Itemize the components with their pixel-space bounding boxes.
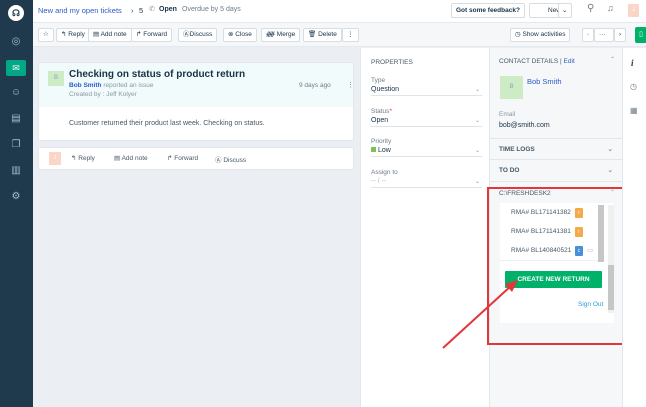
timer-icon[interactable]: ◷: [630, 82, 637, 91]
annotation-arrow: [0, 0, 646, 407]
calendar-icon[interactable]: ▦: [630, 106, 638, 115]
right-rail: i ◷ ▦: [622, 48, 646, 407]
info-icon[interactable]: i: [631, 58, 634, 68]
